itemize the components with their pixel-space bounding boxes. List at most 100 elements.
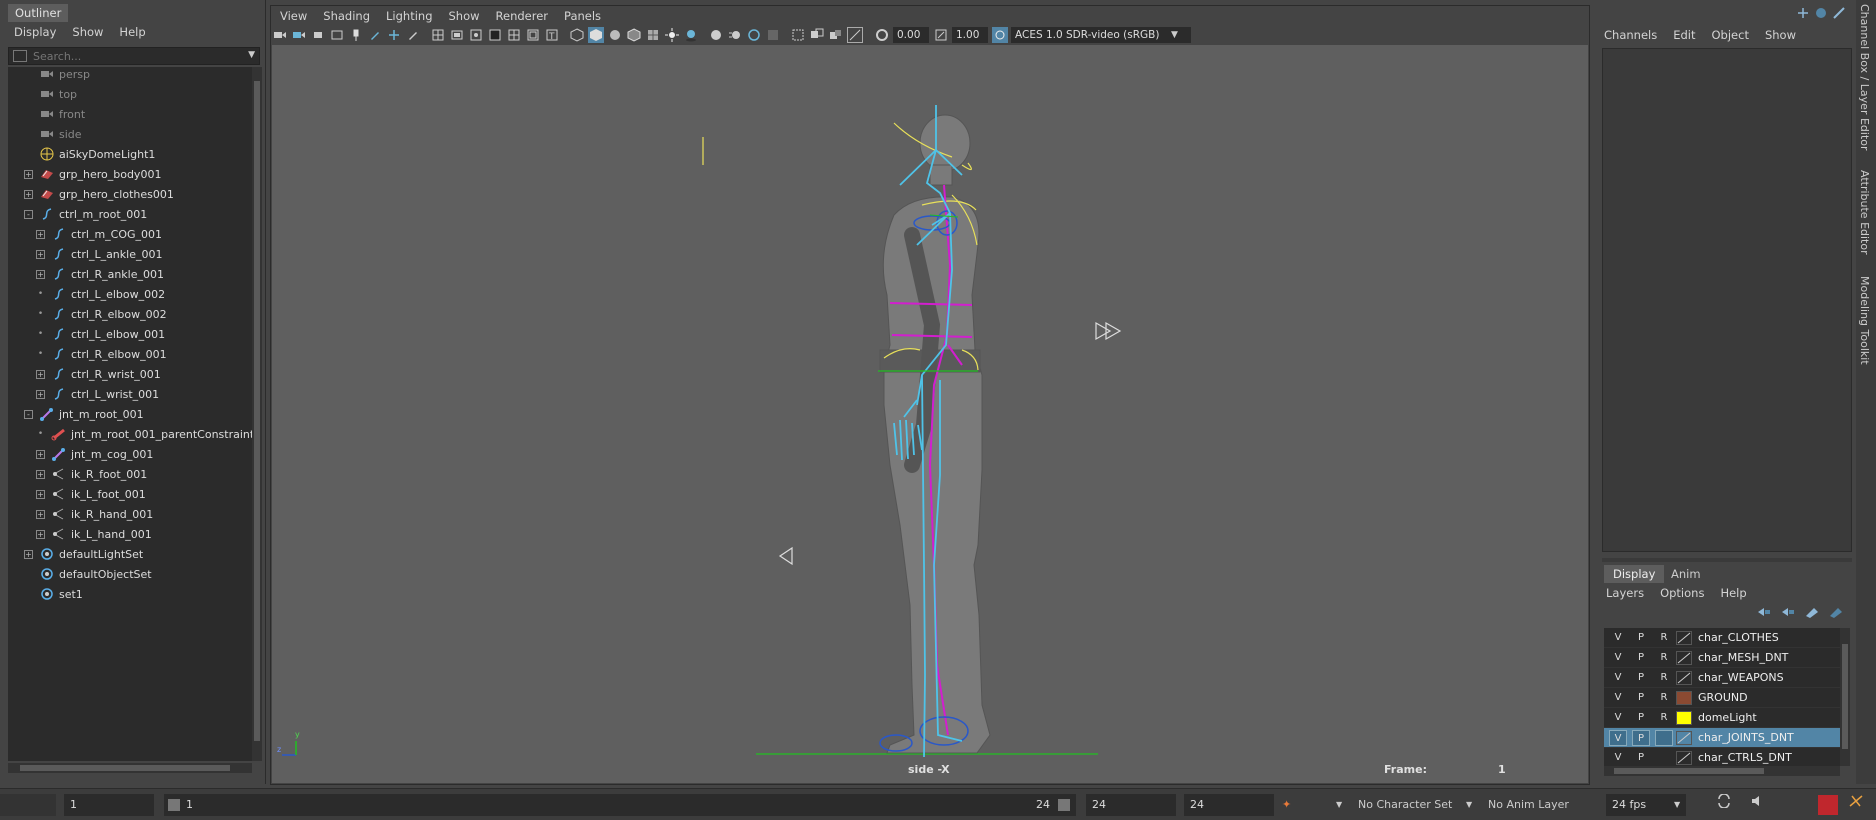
smooth-shade-icon[interactable] (588, 27, 604, 43)
grease-pencil-icon[interactable] (367, 27, 383, 43)
outliner-item[interactable]: set1 (24, 584, 83, 604)
image-plane-icon[interactable] (329, 27, 345, 43)
motion-blur-icon[interactable] (727, 27, 743, 43)
layer-color-swatch[interactable] (1676, 670, 1692, 685)
expand-icon[interactable]: + (36, 269, 45, 279)
outliner-item[interactable]: • ctrl_L_elbow_001 (36, 324, 165, 344)
xray-icon[interactable] (809, 27, 825, 43)
wireframe-icon[interactable] (569, 27, 585, 43)
outliner-item[interactable]: + ctrl_m_COG_001 (36, 224, 162, 244)
layers-menu[interactable]: Layers (1598, 586, 1652, 600)
layer-list-hscrollbar[interactable] (1604, 766, 1840, 776)
pin-icon[interactable] (348, 27, 364, 43)
outliner-search-input[interactable] (33, 49, 233, 63)
viewport-menu-lighting[interactable]: Lighting (378, 9, 440, 23)
tab-anim-layers[interactable]: Anim (1662, 565, 1710, 583)
layer-color-swatch[interactable] (1676, 650, 1692, 665)
outliner-item[interactable]: defaultObjectSet (24, 564, 152, 584)
outliner-item[interactable]: + jnt_m_cog_001 (36, 444, 153, 464)
toggle-channel-box-icon[interactable] (1796, 6, 1810, 23)
outliner-item[interactable]: - ctrl_m_root_001 (24, 204, 147, 224)
outliner-menu-show[interactable]: Show (64, 25, 111, 39)
outliner-item[interactable]: persp (24, 67, 90, 84)
layer-p-toggle[interactable]: P (1632, 650, 1650, 666)
anti-aliasing-icon[interactable] (746, 27, 762, 43)
depth-of-field-icon[interactable] (765, 27, 781, 43)
layer-row[interactable]: V P Rchar_CLOTHES (1604, 628, 1840, 648)
outliner-item[interactable]: + ctrl_R_ankle_001 (36, 264, 164, 284)
viewport-menu-view[interactable]: View (272, 9, 315, 23)
layer-help-menu[interactable]: Help (1712, 586, 1754, 600)
search-dropdown-icon[interactable]: ▼ (248, 50, 255, 60)
panel-splitter[interactable] (1602, 558, 1852, 562)
xray-components-icon[interactable] (847, 27, 863, 43)
3d-viewport[interactable]: y z side -X Frame: 1 (272, 45, 1588, 783)
layer-row[interactable]: V P Rchar_WEAPONS (1604, 668, 1840, 688)
expand-icon[interactable]: + (36, 529, 45, 539)
collapse-icon[interactable]: - (24, 409, 33, 419)
range-slider-left-handle[interactable] (168, 799, 180, 811)
outliner-item[interactable]: • ctrl_L_elbow_002 (36, 284, 165, 304)
view-transform-dropdown-icon[interactable]: ▼ (1171, 30, 1178, 40)
shadows-icon[interactable] (683, 27, 699, 43)
isolate-select-icon[interactable] (790, 27, 806, 43)
expand-icon[interactable]: + (36, 369, 45, 379)
outliner-item[interactable]: + grp_hero_body001 (24, 164, 161, 184)
outliner-vscrollbar[interactable] (252, 67, 262, 761)
gamma-icon[interactable] (933, 27, 949, 43)
viewport-menu-panels[interactable]: Panels (556, 9, 609, 23)
layer-p-toggle[interactable]: P (1632, 630, 1650, 646)
safe-action-icon[interactable] (525, 27, 541, 43)
anim-layer-select[interactable]: No Anim Layer (1488, 794, 1569, 816)
layer-list-vscrollbar[interactable] (1840, 628, 1850, 766)
expand-icon[interactable]: + (24, 169, 33, 179)
camera-attributes-icon[interactable] (291, 27, 307, 43)
expand-icon[interactable]: + (36, 469, 45, 479)
outliner-item[interactable]: side (24, 124, 82, 144)
layer-v-toggle[interactable]: V (1609, 690, 1627, 706)
outliner-item[interactable]: + defaultLightSet (24, 544, 143, 564)
outliner-item[interactable]: • jnt_m_root_001_parentConstraint1 (36, 424, 252, 444)
safe-title-icon[interactable]: T (544, 27, 560, 43)
screen-space-ao-icon[interactable] (708, 27, 724, 43)
layer-row[interactable]: V Pchar_CTRLS_DNT (1604, 748, 1840, 766)
move-layer-up-icon[interactable] (1756, 606, 1772, 621)
layer-v-toggle[interactable]: V (1609, 710, 1627, 726)
outliner-menu-help[interactable]: Help (111, 25, 153, 39)
script-editor-icon[interactable] (1818, 795, 1838, 815)
expand-icon[interactable]: + (36, 249, 45, 259)
gamma-field[interactable]: 1.00 (952, 27, 988, 43)
viewport-menu-renderer[interactable]: Renderer (488, 9, 557, 23)
tab-display-layers[interactable]: Display (1604, 565, 1665, 583)
create-layer-from-selected-icon[interactable] (1828, 606, 1844, 621)
edit-menu[interactable]: Edit (1665, 28, 1703, 42)
grid-icon[interactable] (430, 27, 446, 43)
film-gate-icon[interactable] (449, 27, 465, 43)
fps-dropdown-icon[interactable]: ▼ (1674, 794, 1680, 816)
outliner-title[interactable]: Outliner (8, 4, 69, 22)
outliner-item[interactable]: + ctrl_L_wrist_001 (36, 384, 159, 404)
layer-v-toggle[interactable]: V (1609, 650, 1627, 666)
character-set-dropdown-icon[interactable]: ▼ (1336, 794, 1342, 816)
select-camera-icon[interactable] (272, 27, 288, 43)
outliner-item[interactable]: + ctrl_R_wrist_001 (36, 364, 161, 384)
use-all-lights-icon[interactable] (664, 27, 680, 43)
gate-mask-icon[interactable] (487, 27, 503, 43)
outliner-item[interactable]: + ik_L_foot_001 (36, 484, 146, 504)
layer-color-swatch[interactable] (1676, 630, 1692, 645)
layer-r-toggle[interactable]: R (1655, 650, 1673, 666)
color-management-icon[interactable] (992, 27, 1008, 43)
animation-end-field[interactable]: 24 (1184, 794, 1274, 816)
expand-icon[interactable]: + (36, 509, 45, 519)
expand-icon[interactable]: + (36, 389, 45, 399)
create-empty-layer-icon[interactable] (1804, 606, 1820, 621)
animation-start-field[interactable]: 1 (64, 794, 154, 816)
object-menu[interactable]: Object (1704, 28, 1757, 42)
outliner-item[interactable]: - jnt_m_root_001 (24, 404, 144, 424)
show-menu[interactable]: Show (1757, 28, 1804, 42)
move-layer-down-icon[interactable] (1780, 606, 1796, 621)
expand-icon[interactable]: + (36, 489, 45, 499)
audio-icon[interactable] (1750, 794, 1766, 816)
layer-p-toggle[interactable]: P (1632, 690, 1650, 706)
outliner-item[interactable]: • ctrl_R_elbow_002 (36, 304, 167, 324)
